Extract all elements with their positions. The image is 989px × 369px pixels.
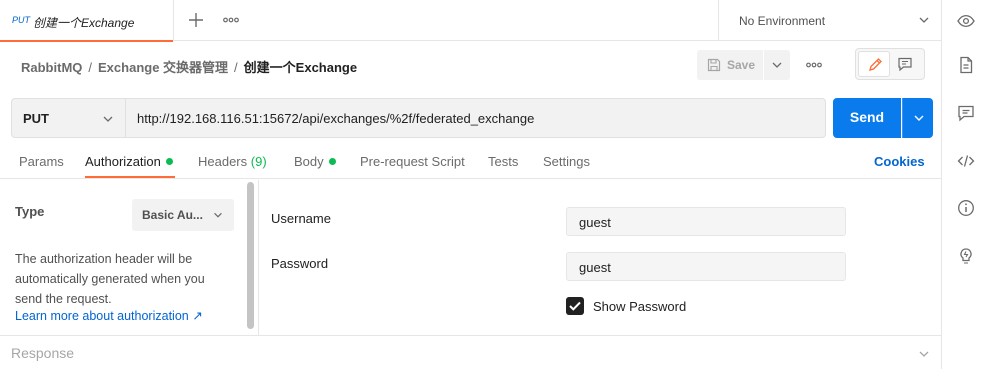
request-tab-method: PUT xyxy=(12,15,30,25)
chevron-down-icon xyxy=(917,347,931,361)
tab-params[interactable]: Params xyxy=(19,154,64,169)
username-value: guest xyxy=(579,215,611,230)
show-password-checkbox[interactable] xyxy=(566,297,584,315)
tab-authorization[interactable]: Authorization xyxy=(85,154,173,169)
document-icon[interactable] xyxy=(956,55,976,75)
save-button[interactable]: Save xyxy=(697,50,763,80)
breadcrumb-collection[interactable]: RabbitMQ xyxy=(21,60,82,75)
response-pane-header[interactable]: Response xyxy=(0,335,941,369)
tab-settings[interactable]: Settings xyxy=(543,154,590,169)
breadcrumb-folder[interactable]: Exchange 交换器管理 xyxy=(98,60,228,75)
checkmark-icon xyxy=(569,301,581,311)
password-field[interactable]: guest xyxy=(566,252,846,281)
username-field[interactable]: guest xyxy=(566,207,846,236)
comment-mode-icon[interactable] xyxy=(897,56,913,72)
http-method-value: PUT xyxy=(23,111,49,126)
tab-authorization-label: Authorization xyxy=(85,154,161,169)
save-options-dropdown[interactable] xyxy=(764,50,790,80)
breadcrumb: RabbitMQ / Exchange 交换器管理 / 创建一个Exchange xyxy=(21,57,357,76)
http-method-select[interactable]: PUT xyxy=(11,98,126,138)
send-button-label: Send xyxy=(849,109,885,125)
tab-headers-label: Headers xyxy=(198,154,248,169)
request-tab-strip: PUT 创建一个Exchange No Environment xyxy=(0,0,941,42)
right-context-sidebar xyxy=(941,0,989,369)
send-options-dropdown[interactable] xyxy=(902,98,933,138)
new-tab-plus-icon[interactable] xyxy=(187,11,205,29)
chevron-down-icon xyxy=(917,13,931,27)
tab-pre-request-script[interactable]: Pre-request Script xyxy=(360,154,465,169)
tab-more-horizontal-icon[interactable] xyxy=(222,12,240,28)
save-button-label: Save xyxy=(727,58,756,72)
headers-count-badge: (9) xyxy=(250,154,267,169)
comment-icon[interactable] xyxy=(956,103,976,123)
request-tabs: Params Authorization Headers (9) Body Pr… xyxy=(0,145,941,179)
chevron-down-icon xyxy=(212,209,224,221)
save-icon xyxy=(707,58,721,72)
response-title: Response xyxy=(11,345,75,361)
request-tab-active[interactable]: PUT 创建一个Exchange xyxy=(0,0,174,42)
auth-type-value: Basic Au... xyxy=(142,208,203,222)
auth-type-panel: Type Basic Au... The authorization heade… xyxy=(0,180,259,335)
tab-body-label: Body xyxy=(294,154,324,169)
auth-description: The authorization header will be automat… xyxy=(15,252,205,306)
lightbulb-icon[interactable] xyxy=(956,246,976,266)
info-icon[interactable] xyxy=(956,198,976,218)
password-label: Password xyxy=(271,256,329,271)
chevron-down-icon xyxy=(914,115,924,121)
auth-panel-scrollbar[interactable] xyxy=(247,182,254,329)
status-dot-icon xyxy=(328,158,336,165)
chevron-down-icon xyxy=(101,112,115,126)
url-input[interactable]: http://192.168.116.51:15672/api/exchange… xyxy=(126,98,826,138)
environment-select-label: No Environment xyxy=(739,14,826,28)
code-icon[interactable] xyxy=(956,151,976,171)
password-value: guest xyxy=(579,260,611,275)
edit-mode-button[interactable] xyxy=(858,51,890,77)
url-input-value: http://192.168.116.51:15672/api/exchange… xyxy=(137,111,535,126)
cookies-link[interactable]: Cookies xyxy=(874,154,925,169)
learn-more-authorization-link[interactable]: Learn more about authorization ↗ xyxy=(15,308,203,323)
show-password-label[interactable]: Show Password xyxy=(593,299,686,314)
breadcrumb-separator: / xyxy=(88,60,93,75)
active-tab-indicator xyxy=(85,176,175,178)
request-more-horizontal-icon[interactable] xyxy=(805,57,823,73)
tab-headers[interactable]: Headers (9) xyxy=(198,154,267,169)
send-button[interactable]: Send xyxy=(833,98,901,138)
tab-body[interactable]: Body xyxy=(294,154,336,169)
breadcrumb-separator: / xyxy=(234,60,238,75)
environment-select[interactable]: No Environment xyxy=(718,0,941,41)
eye-icon[interactable] xyxy=(956,11,976,31)
breadcrumb-request-name[interactable]: 创建一个Exchange xyxy=(244,60,357,75)
chevron-down-icon xyxy=(772,62,782,68)
view-mode-toggle xyxy=(855,48,925,80)
status-dot-icon xyxy=(165,158,173,165)
auth-type-label: Type xyxy=(15,204,45,219)
username-label: Username xyxy=(271,211,331,226)
pencil-icon xyxy=(869,58,882,71)
auth-type-select[interactable]: Basic Au... xyxy=(132,199,234,231)
request-tab-title: 创建一个Exchange xyxy=(33,16,135,30)
tab-tests[interactable]: Tests xyxy=(488,154,518,169)
